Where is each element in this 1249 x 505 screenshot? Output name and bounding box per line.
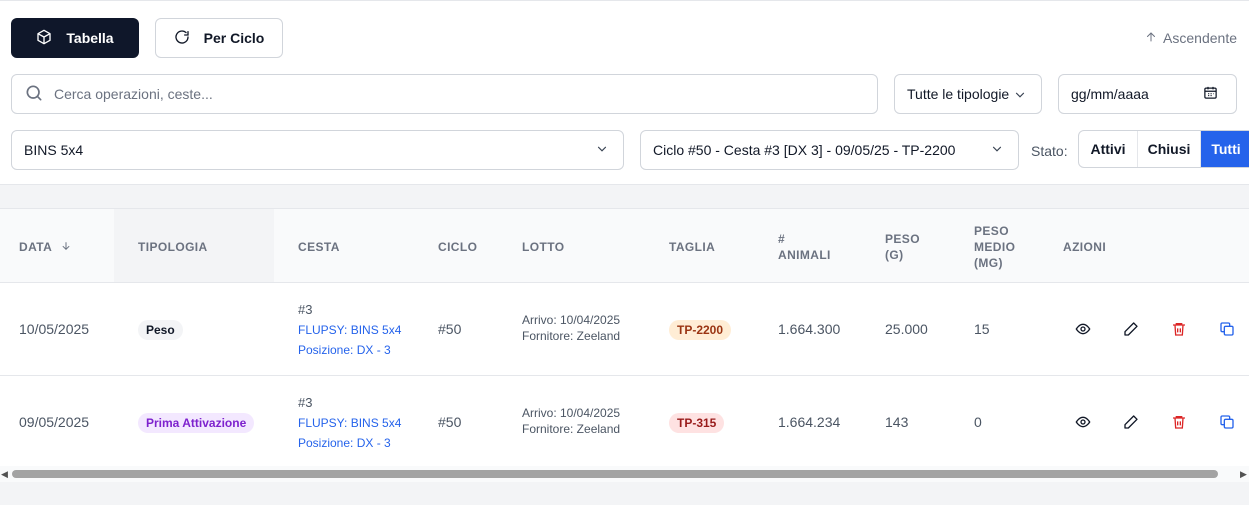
arrow-up-icon — [1145, 30, 1157, 46]
sort-toggle[interactable]: Ascendente — [1145, 30, 1237, 46]
cube-icon — [36, 29, 52, 48]
type-select-value: Tutte le tipologie — [907, 86, 1010, 102]
table-row: 10/05/2025 Peso #3 FLUPSY: BINS 5x4 Posi… — [0, 283, 1249, 376]
cell-lotto: Arrivo: 10/04/2025 Fornitore: Zeeland — [522, 313, 621, 343]
arrow-down-icon — [61, 240, 71, 254]
cycle-view-label: Per Ciclo — [203, 30, 265, 46]
search-input[interactable] — [54, 86, 834, 102]
sort-label: Ascendente — [1163, 30, 1237, 46]
stato-segmented-control: Attivi Chiusi Tutti — [1078, 130, 1249, 168]
view-icon[interactable] — [1073, 319, 1093, 339]
refresh-icon — [174, 29, 190, 48]
stato-option-chiusi[interactable]: Chiusi — [1138, 131, 1201, 167]
header-tipologia[interactable]: Tipologia — [138, 239, 208, 255]
table-header: Data Tipologia Cesta Ciclo Lotto Taglia … — [0, 209, 1249, 283]
posizione-link[interactable]: Posizione: DX - 3 — [298, 433, 401, 453]
search-field[interactable] — [11, 74, 878, 114]
flupsy-select[interactable]: BINS 5x4 — [11, 130, 624, 170]
header-animali[interactable]: # Animali — [778, 231, 831, 263]
type-select[interactable]: Tutte le tipologie — [894, 74, 1042, 114]
table-row: 09/05/2025 Prima Attivazione #3 FLUPSY: … — [0, 376, 1249, 469]
header-peso-medio[interactable]: Peso Medio (MG) — [974, 223, 1015, 271]
tipologia-badge: Prima Attivazione — [138, 413, 255, 433]
tipologia-badge: Peso — [138, 320, 183, 340]
edit-icon[interactable] — [1121, 412, 1141, 432]
calendar-icon[interactable] — [1203, 85, 1218, 103]
cell-ciclo: #50 — [438, 321, 462, 337]
scroll-right-icon[interactable]: ▶ — [1240, 469, 1247, 480]
cell-peso: 25.000 — [885, 321, 928, 337]
cycle-view-button[interactable]: Per Ciclo — [155, 18, 283, 58]
date-placeholder: gg/mm/aaaa — [1071, 86, 1149, 102]
cell-data: 09/05/2025 — [19, 414, 90, 430]
cycle-select[interactable]: Ciclo #50 - Cesta #3 [DX 3] - 09/05/25 -… — [640, 130, 1019, 170]
copy-icon[interactable] — [1217, 319, 1237, 339]
stato-label: Stato: — [1031, 143, 1068, 159]
cell-peso-medio: 15 — [974, 321, 990, 337]
date-field[interactable]: gg/mm/aaaa — [1058, 74, 1237, 114]
header-data[interactable]: Data — [19, 239, 71, 255]
flupsy-link[interactable]: FLUPSY: BINS 5x4 — [298, 320, 401, 340]
chevron-down-icon — [990, 142, 1004, 159]
cesta-number: #3 — [298, 395, 313, 410]
posizione-link[interactable]: Posizione: DX - 3 — [298, 340, 401, 360]
header-peso[interactable]: Peso (G) — [885, 231, 920, 263]
cell-animali: 1.664.234 — [778, 414, 841, 430]
table-view-label: Tabella — [66, 30, 114, 46]
cell-cesta: #3 FLUPSY: BINS 5x4 Posizione: DX - 3 — [298, 299, 401, 360]
cycle-select-value: Ciclo #50 - Cesta #3 [DX 3] - 09/05/25 -… — [653, 142, 956, 158]
delete-icon[interactable] — [1169, 412, 1189, 432]
cell-cesta: #3 FLUPSY: BINS 5x4 Posizione: DX - 3 — [298, 392, 401, 453]
cell-peso: 143 — [885, 414, 909, 430]
chevron-down-icon — [595, 142, 609, 159]
edit-icon[interactable] — [1121, 319, 1141, 339]
taglia-badge: TP-315 — [669, 413, 725, 433]
search-icon — [24, 83, 44, 106]
header-azioni: Azioni — [1063, 240, 1107, 254]
taglia-badge: TP-2200 — [669, 320, 732, 340]
filter-panel: Tabella Per Ciclo Ascendente Tutte le ti… — [0, 0, 1249, 185]
scroll-left-icon[interactable]: ◀ — [1, 469, 8, 480]
header-taglia[interactable]: Taglia — [669, 239, 715, 255]
header-lotto[interactable]: Lotto — [522, 239, 564, 255]
header-ciclo[interactable]: Ciclo — [438, 239, 477, 255]
copy-icon[interactable] — [1217, 412, 1237, 432]
cell-peso-medio: 0 — [974, 414, 982, 430]
cell-animali: 1.664.300 — [778, 321, 841, 337]
flupsy-link[interactable]: FLUPSY: BINS 5x4 — [298, 413, 401, 433]
stato-option-tutti[interactable]: Tutti — [1201, 131, 1249, 167]
chevron-down-icon — [1013, 88, 1027, 105]
cell-data: 10/05/2025 — [19, 321, 90, 337]
stato-option-attivi[interactable]: Attivi — [1079, 131, 1138, 167]
operations-table: Data Tipologia Cesta Ciclo Lotto Taglia … — [0, 208, 1249, 482]
scrollbar-thumb[interactable] — [12, 470, 1218, 478]
cell-ciclo: #50 — [438, 414, 462, 430]
delete-icon[interactable] — [1169, 319, 1189, 339]
flupsy-select-value: BINS 5x4 — [24, 142, 84, 158]
header-cesta[interactable]: Cesta — [298, 239, 340, 255]
cesta-number: #3 — [298, 302, 313, 317]
table-view-button[interactable]: Tabella — [11, 18, 139, 58]
cell-lotto: Arrivo: 10/04/2025 Fornitore: Zeeland — [522, 406, 621, 436]
view-icon[interactable] — [1073, 412, 1093, 432]
